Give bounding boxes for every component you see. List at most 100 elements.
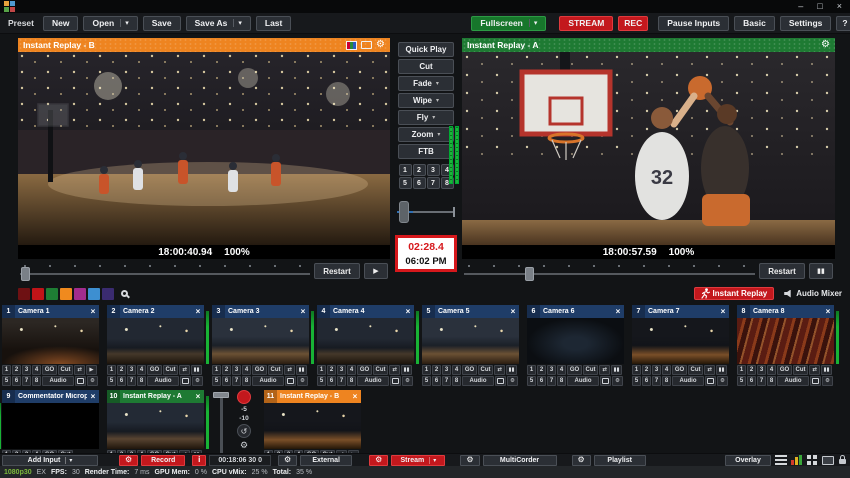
play-pause-icon[interactable]: ▮▮ [296, 365, 307, 375]
shortcut-1-button[interactable]: 1 [2, 365, 11, 375]
shortcut-4-button[interactable]: 4 [242, 365, 251, 375]
transition-icon[interactable]: ⇄ [284, 365, 295, 375]
preview-a-pause-button[interactable]: ▮▮ [809, 263, 833, 279]
audio-toggle-button[interactable]: Audio [252, 376, 284, 386]
play-pause-icon[interactable]: ▮▮ [401, 365, 412, 375]
overlay-2-button[interactable]: 2 [413, 164, 426, 176]
input-cell[interactable]: 4 Camera 4 × 1 2 3 4 GO Cut ⇄ ▮▮ 5 6 [317, 305, 414, 386]
gear-icon[interactable]: ⚙ [507, 376, 518, 386]
input-titlebar[interactable]: 4 Camera 4 × [317, 305, 414, 318]
quick-play-button[interactable]: Quick Play [398, 42, 454, 57]
playlist-button[interactable]: Playlist [594, 455, 646, 466]
multicorder-button[interactable]: MultiCorder [483, 455, 557, 466]
shortcut-1-button[interactable]: 1 [527, 365, 536, 375]
input-thumbnail[interactable] [317, 318, 414, 364]
monitor-icon[interactable] [810, 376, 821, 386]
shortcut-2-button[interactable]: 2 [117, 365, 126, 375]
category-swatch[interactable] [32, 288, 44, 300]
stream-indicator-button[interactable]: STREAM [559, 16, 613, 31]
shortcut-2-button[interactable]: 2 [432, 365, 441, 375]
shortcut-1-button[interactable]: 1 [317, 365, 326, 375]
input-cell[interactable]: 6 Camera 6 × 1 2 3 4 GO Cut ⇄ ▮▮ 5 6 [527, 305, 624, 386]
shortcut-1-button[interactable]: 1 [422, 365, 431, 375]
input-titlebar[interactable]: 3 Camera 3 × [212, 305, 309, 318]
input-titlebar[interactable]: 6 Camera 6 × [527, 305, 624, 318]
shortcut-2-button[interactable]: 2 [327, 365, 336, 375]
input-titlebar[interactable]: 10 Instant Replay - A × [107, 390, 204, 403]
chevron-down-icon[interactable]: ▾ [65, 457, 72, 464]
close-icon[interactable]: × [402, 307, 414, 316]
cut-button[interactable]: Cut [373, 365, 388, 375]
ftb-button[interactable]: FTB [398, 144, 454, 159]
gear-icon[interactable]: ⚙ [717, 376, 728, 386]
input-titlebar[interactable]: 11 Instant Replay - B × [264, 390, 361, 403]
category-swatch[interactable] [102, 288, 114, 300]
fade-button[interactable]: Fade▾ [398, 76, 454, 91]
shortcut-8-button[interactable]: 8 [452, 376, 461, 386]
overlay-6-button[interactable]: 6 [413, 177, 426, 189]
cut-button[interactable]: Cut [793, 365, 808, 375]
input-thumbnail[interactable] [632, 318, 729, 364]
play-pause-icon[interactable]: ▮▮ [716, 365, 727, 375]
input-titlebar[interactable]: 7 Camera 7 × [632, 305, 729, 318]
audio-toggle-button[interactable]: Audio [42, 376, 74, 386]
preview-b-seek-handle[interactable] [21, 267, 30, 281]
input-thumbnail[interactable] [2, 403, 99, 449]
input-thumbnail[interactable] [737, 318, 834, 364]
input-cell[interactable]: 1 Camera 1 × 1 2 3 4 GO Cut ⇄ ▶ 5 6 [2, 305, 99, 386]
input-titlebar[interactable]: 1 Camera 1 × [2, 305, 99, 318]
audio-toggle-button[interactable]: Audio [777, 376, 809, 386]
cut-button[interactable]: Cut [478, 365, 493, 375]
overlay-5-button[interactable]: 5 [399, 177, 412, 189]
shortcut-2-button[interactable]: 2 [12, 365, 21, 375]
record-button[interactable]: Record [141, 455, 185, 466]
close-icon[interactable]: × [87, 307, 99, 316]
input-cell[interactable]: 5 Camera 5 × 1 2 3 4 GO Cut ⇄ ▮▮ 5 6 [422, 305, 519, 386]
shortcut-4-button[interactable]: 4 [32, 365, 41, 375]
zoom-button[interactable]: Zoom▾ [398, 127, 454, 142]
preview-b-track[interactable] [20, 263, 310, 279]
shortcut-2-button[interactable]: 2 [537, 365, 546, 375]
cut-button[interactable]: Cut [163, 365, 178, 375]
shortcut-4-button[interactable]: 4 [452, 365, 461, 375]
input-titlebar[interactable]: 8 Camera 8 × [737, 305, 834, 318]
shortcut-6-button[interactable]: 6 [642, 376, 651, 386]
preview-a-video[interactable]: 32 [462, 52, 835, 245]
shortcut-7-button[interactable]: 7 [127, 376, 136, 386]
shortcut-2-button[interactable]: 2 [747, 365, 756, 375]
input-cell[interactable]: 3 Camera 3 × 1 2 3 4 GO Cut ⇄ ▮▮ 5 6 [212, 305, 309, 386]
shortcut-3-button[interactable]: 3 [22, 365, 31, 375]
close-icon[interactable]: × [297, 307, 309, 316]
input-cell[interactable]: 7 Camera 7 × 1 2 3 4 GO Cut ⇄ ▮▮ 5 6 [632, 305, 729, 386]
shortcut-4-button[interactable]: 4 [662, 365, 671, 375]
preview-a-seek-handle[interactable] [525, 267, 534, 281]
chevron-down-icon[interactable]: ▾ [233, 19, 242, 27]
close-icon[interactable]: × [349, 392, 361, 401]
shortcut-3-button[interactable]: 3 [757, 365, 766, 375]
input-thumbnail[interactable] [107, 318, 204, 364]
monitor-icon[interactable] [180, 376, 191, 386]
monitor-icon[interactable] [495, 376, 506, 386]
shortcut-4-button[interactable]: 4 [557, 365, 566, 375]
gear-icon[interactable]: ⚙ [822, 376, 833, 386]
gear-icon[interactable]: ⚙ [87, 376, 98, 386]
close-icon[interactable]: × [717, 307, 729, 316]
stream-button[interactable]: Stream▾ [391, 455, 445, 466]
preview-b-video[interactable] [18, 52, 390, 245]
color-bars-icon[interactable] [346, 41, 357, 50]
shortcut-5-button[interactable]: 5 [212, 376, 221, 386]
audio-levels-icon[interactable] [791, 455, 802, 465]
stream-settings-gear-icon[interactable]: ⚙ [369, 455, 388, 466]
shortcut-7-button[interactable]: 7 [757, 376, 766, 386]
shortcut-8-button[interactable]: 8 [767, 376, 776, 386]
input-cell[interactable]: 8 Camera 8 × 1 2 3 4 GO Cut ⇄ ▮▮ 5 6 [737, 305, 834, 386]
shortcut-6-button[interactable]: 6 [12, 376, 21, 386]
close-icon[interactable]: × [192, 307, 204, 316]
mixer-mute-button[interactable] [237, 390, 251, 404]
monitor-icon[interactable] [705, 376, 716, 386]
cut-button[interactable]: Cut [688, 365, 703, 375]
preview-a-restart-button[interactable]: Restart [759, 263, 805, 279]
go-button[interactable]: GO [147, 365, 162, 375]
chevron-down-icon[interactable]: ▾ [437, 131, 440, 138]
transition-tbar[interactable] [397, 201, 455, 223]
